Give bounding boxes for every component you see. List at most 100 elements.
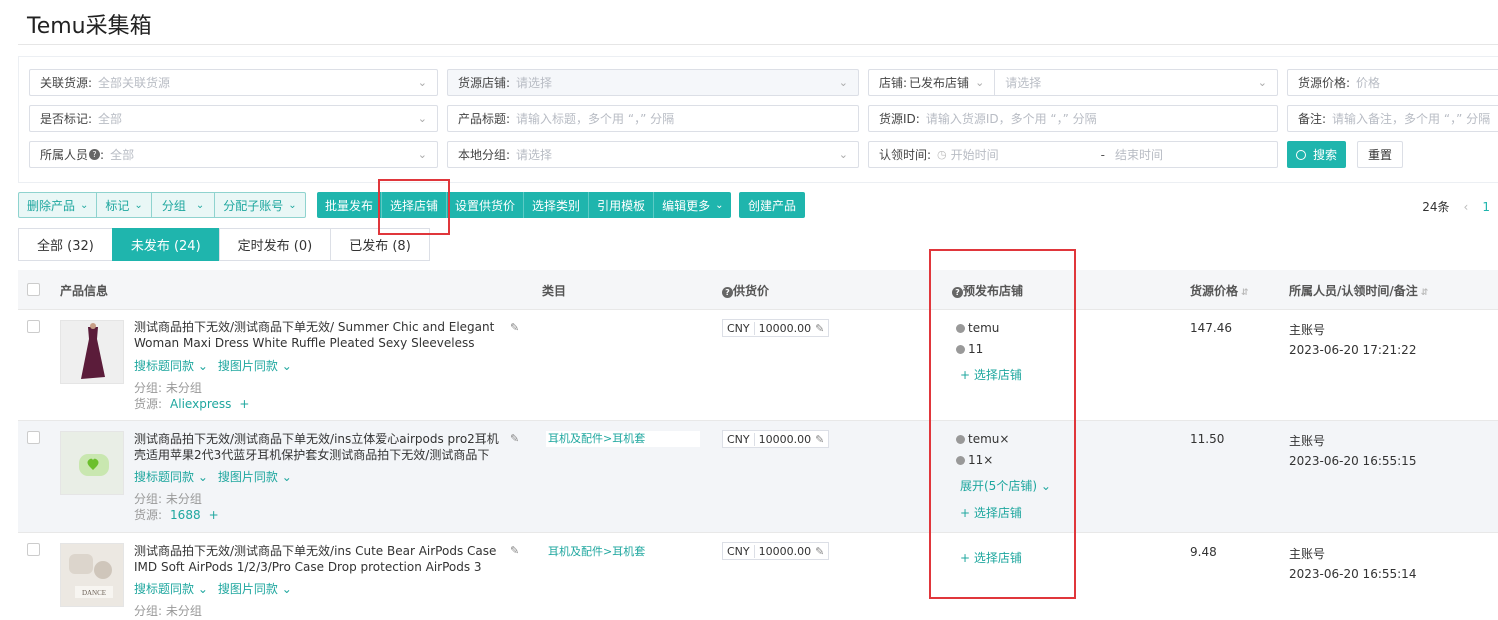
edit-icon[interactable]: ✎: [510, 432, 519, 445]
supply-price-field[interactable]: CNY 10000.00 ✎: [722, 430, 830, 448]
add-store-link[interactable]: + 选择店铺: [960, 366, 1022, 383]
claim-time: 2023-06-20 16:55:14: [1289, 567, 1417, 581]
header-owner[interactable]: 所属人员/认领时间/备注 ⇵: [1289, 282, 1428, 299]
store-name: temu: [968, 321, 1000, 335]
tab-published[interactable]: 已发布 (8): [330, 228, 430, 261]
category-path[interactable]: 耳机及配件>耳机套: [546, 431, 700, 447]
select-store-button[interactable]: 选择店铺: [382, 192, 448, 218]
store-status-dot: [956, 455, 965, 465]
source-id-input[interactable]: 货源ID: 请输入货源ID，多个用 “，” 分隔: [868, 105, 1278, 132]
search-image-link[interactable]: 搜图片同款 ⌄: [218, 580, 292, 597]
create-product-button[interactable]: 创建产品: [739, 192, 806, 218]
search-image-link[interactable]: 搜图片同款 ⌄: [218, 357, 292, 374]
source-link[interactable]: 1688: [170, 508, 201, 522]
assign-subaccount-button[interactable]: 分配子账号 ⌄: [215, 193, 304, 217]
row-checkbox[interactable]: [27, 543, 40, 556]
apply-template-button[interactable]: 引用模板: [589, 192, 655, 218]
row-checkbox[interactable]: [27, 320, 40, 333]
owner-select[interactable]: 所属人员 ? : 全部 ⌄: [29, 141, 438, 168]
source-price-input[interactable]: 货源价格: 价格: [1287, 69, 1498, 96]
select-category-button[interactable]: 选择类别: [524, 192, 590, 218]
expand-stores-link[interactable]: 展开(5个店铺) ⌄: [960, 477, 1051, 494]
table-header: 产品信息 类目 ? 供货价 ? 预发布店铺 货源价格 ⇵ 所属人员/认领时间/备注 ⇵: [18, 270, 1498, 310]
source-link[interactable]: Aliexpress: [170, 397, 231, 411]
sort-icon[interactable]: ⇵: [1421, 288, 1429, 298]
claim-end-placeholder[interactable]: 结束时间: [1115, 146, 1267, 163]
store-item[interactable]: temu×: [956, 432, 1009, 446]
delete-product-button[interactable]: 删除产品 ⌄: [19, 193, 98, 217]
search-links: 搜标题同款 ⌄ 搜图片同款 ⌄: [134, 357, 292, 374]
store-filter[interactable]: 店铺: 已发布店铺 ⌄ 请选择 ⌄: [868, 69, 1278, 96]
is-marked-select[interactable]: 是否标记: 全部 ⌄: [29, 105, 438, 132]
header-source-price[interactable]: 货源价格 ⇵: [1190, 282, 1249, 299]
linked-source-label: 关联货源:: [40, 76, 93, 90]
search-title-link[interactable]: 搜标题同款 ⌄: [134, 468, 208, 485]
set-supply-price-button[interactable]: 设置供货价: [447, 192, 525, 218]
local-group-label: 本地分组:: [458, 148, 511, 162]
remark-placeholder: 请输入备注，多个用 “，” 分隔: [1332, 112, 1491, 126]
table-row: 测试商品拍下无效/测试商品下单无效/ins立体爱心airpods pro2耳机壳…: [18, 421, 1498, 533]
expand-stores-label: 展开(5个店铺): [960, 479, 1037, 493]
product-title-input[interactable]: 产品标题: 请输入标题，多个用 “，” 分隔: [447, 105, 859, 132]
store-status-dot: [956, 434, 965, 444]
claim-start-placeholder[interactable]: 开始时间: [951, 146, 1091, 163]
chevron-down-icon: ⌄: [281, 470, 292, 484]
prev-page-icon[interactable]: ‹: [1464, 200, 1469, 214]
batch-publish-button[interactable]: 批量发布: [317, 192, 383, 218]
supply-price-field[interactable]: CNY 10000.00 ✎: [722, 319, 830, 337]
store-item[interactable]: 11×: [956, 453, 993, 467]
edit-icon[interactable]: ✎: [510, 321, 519, 334]
edit-icon[interactable]: ✎: [815, 545, 828, 558]
product-title-placeholder: 请输入标题，多个用 “，” 分隔: [516, 112, 675, 126]
reset-button[interactable]: 重置: [1357, 141, 1404, 168]
linked-source-select[interactable]: 关联货源: 全部关联货源 ⌄: [29, 69, 438, 96]
mark-button[interactable]: 标记 ⌄: [97, 193, 152, 217]
header-supply-price-label: 供货价: [733, 284, 770, 298]
select-all-checkbox[interactable]: [27, 283, 40, 296]
source-info: 货源: Aliexpress +: [134, 395, 249, 412]
sort-icon[interactable]: ⇵: [1241, 288, 1249, 298]
product-thumbnail[interactable]: [60, 320, 124, 384]
source-store-select[interactable]: 货源店铺: 请选择 ⌄: [447, 69, 859, 96]
category-path[interactable]: 耳机及配件>耳机套: [546, 544, 700, 560]
local-group-select[interactable]: 本地分组: 请选择 ⌄: [447, 141, 859, 168]
owner-value: 全部: [110, 148, 135, 162]
edit-more-button[interactable]: 编辑更多 ⌄: [654, 192, 731, 218]
source-price-placeholder: 价格: [1356, 76, 1381, 90]
svg-text:DANCE: DANCE: [82, 589, 106, 597]
store-label: 店铺:: [879, 76, 908, 90]
add-store-link[interactable]: + 选择店铺: [960, 504, 1022, 521]
help-icon: ?: [89, 149, 101, 160]
edit-more-label: 编辑更多: [662, 198, 711, 213]
current-page[interactable]: 1: [1482, 200, 1490, 214]
chevron-down-icon: ⌄: [281, 582, 292, 596]
tab-all[interactable]: 全部 (32): [18, 228, 113, 261]
source-price: 11.50: [1190, 432, 1225, 446]
product-thumbnail[interactable]: DANCE: [60, 543, 124, 607]
add-source-icon[interactable]: +: [209, 508, 219, 522]
edit-icon[interactable]: ✎: [815, 322, 828, 335]
product-thumbnail[interactable]: [60, 431, 124, 495]
remark-input[interactable]: 备注: 请输入备注，多个用 “，” 分隔: [1287, 105, 1498, 132]
group-button[interactable]: 分组 ⌄: [152, 193, 216, 217]
header-pre-store-label: 预发布店铺: [963, 284, 1024, 298]
group-info: 分组: 未分组: [134, 381, 202, 395]
status-tabs: 全部 (32) 未发布 (24) 定时发布 (0) 已发布 (8): [18, 228, 430, 261]
tab-scheduled[interactable]: 定时发布 (0): [218, 228, 332, 261]
search-button[interactable]: 搜索: [1287, 141, 1347, 168]
edit-icon[interactable]: ✎: [815, 433, 828, 446]
add-store-link[interactable]: + 选择店铺: [960, 549, 1022, 566]
search-image-link[interactable]: 搜图片同款 ⌄: [218, 468, 292, 485]
row-checkbox[interactable]: [27, 431, 40, 444]
search-title-link[interactable]: 搜标题同款 ⌄: [134, 357, 208, 374]
store-status-value[interactable]: 已发布店铺: [909, 74, 969, 91]
search-title-link[interactable]: 搜标题同款 ⌄: [134, 580, 208, 597]
chevron-down-icon: ⌄: [197, 582, 208, 596]
claim-time-range[interactable]: 认领时间: ◷ 开始时间 - 结束时间: [868, 141, 1278, 168]
store-item: temu: [956, 321, 999, 335]
supply-price-field[interactable]: CNY 10000.00 ✎: [722, 542, 830, 560]
tab-unpublished[interactable]: 未发布 (24): [111, 228, 220, 261]
edit-icon[interactable]: ✎: [510, 544, 519, 557]
chevron-down-icon: ⌄: [197, 470, 208, 484]
add-source-icon[interactable]: +: [239, 397, 249, 411]
